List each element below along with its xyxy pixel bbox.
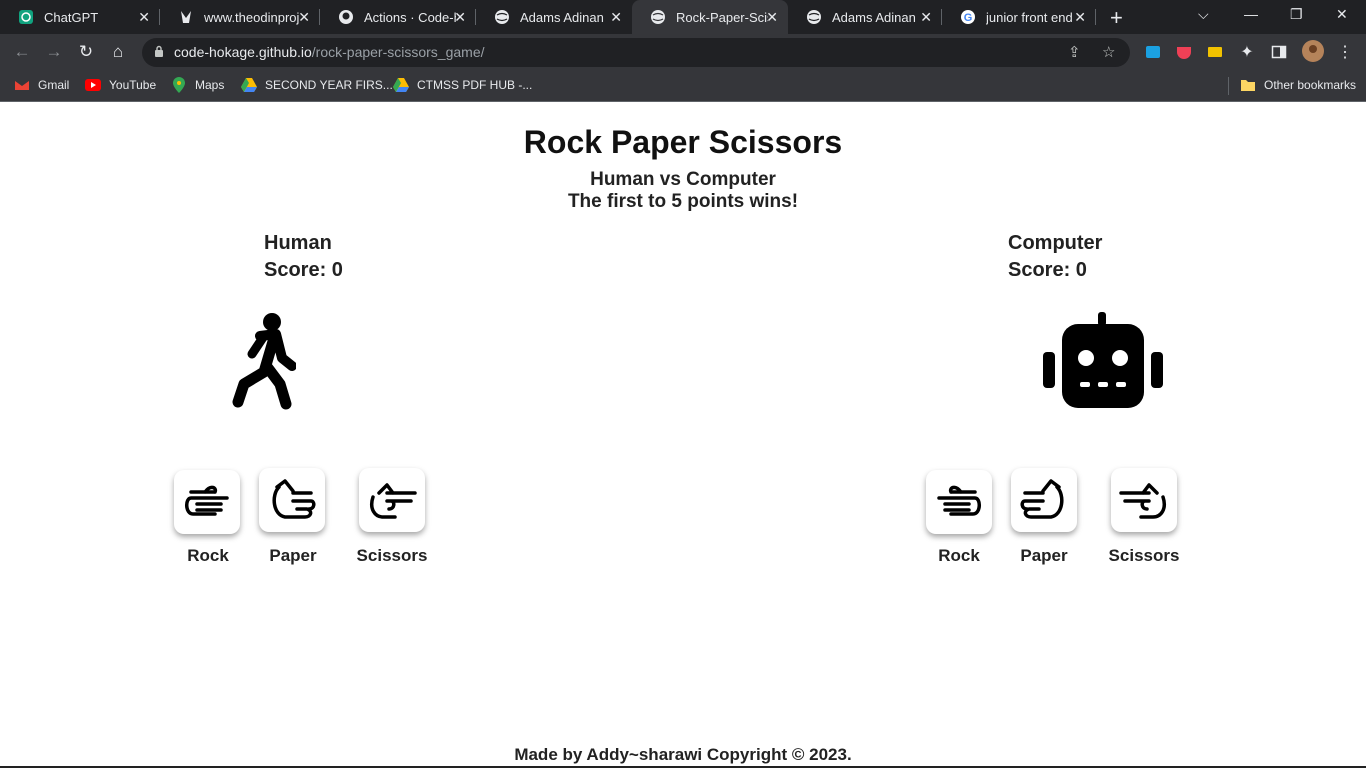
globe-icon <box>650 9 666 25</box>
tab-chatgpt[interactable]: ChatGPT ✕ <box>0 0 160 34</box>
bookmark-star-icon[interactable]: ☆ <box>1102 43 1115 61</box>
restore-button[interactable]: ❐ <box>1290 6 1303 23</box>
scissors-hand-icon <box>370 483 417 519</box>
reload-icon[interactable]: ↻ <box>76 42 96 62</box>
url-text: code-hokage.github.io/rock-paper-scissor… <box>174 44 485 60</box>
home-icon[interactable]: ⌂ <box>108 42 128 62</box>
tab-odin[interactable]: www.theodinproj ✕ <box>160 0 320 34</box>
globe-icon <box>806 9 822 25</box>
footer-credit: Made by Addy~sharawi Copyright © 2023. <box>514 745 852 764</box>
forward-icon[interactable]: → <box>44 42 64 62</box>
tab-rock-paper-scissors[interactable]: Rock-Paper-Sciss ✕ <box>632 0 788 34</box>
rock-hand-icon <box>937 485 981 516</box>
human-score: Score: 0 <box>264 259 343 281</box>
browser-toolbar: ← → ↻ ⌂ code-hokage.github.io/rock-paper… <box>0 34 1366 71</box>
walking-person-icon <box>230 310 297 415</box>
close-tab-icon[interactable]: ✕ <box>766 9 778 26</box>
scissors-hand-icon <box>1119 483 1166 519</box>
bookmark-ctmss[interactable]: CTMSS PDF HUB -... <box>393 77 532 93</box>
menu-icon[interactable]: ⋮ <box>1336 43 1354 61</box>
address-bar[interactable]: code-hokage.github.io/rock-paper-scissor… <box>142 38 1130 67</box>
computer-scissors-label: Scissors <box>1108 546 1180 565</box>
github-icon <box>338 9 354 25</box>
odin-icon <box>178 9 194 25</box>
computer-paper-label: Paper <box>1020 546 1068 565</box>
close-tab-icon[interactable]: ✕ <box>454 9 466 26</box>
bookmark-youtube[interactable]: YouTube <box>85 77 156 93</box>
tab-google-search[interactable]: G junior front end d ✕ <box>942 0 1096 34</box>
bookmarks-bar: Gmail YouTube Maps SECOND YEAR FIRS... C… <box>0 71 1366 102</box>
computer-scissors-button[interactable] <box>1111 468 1177 532</box>
close-tab-icon[interactable]: ✕ <box>1074 9 1086 26</box>
computer-rock-label: Rock <box>938 546 980 565</box>
new-tab-button[interactable]: + <box>1110 5 1123 31</box>
share-icon[interactable]: ⇪ <box>1068 43 1081 61</box>
tab-search-icon[interactable]: ⌵ <box>1198 6 1209 23</box>
human-paper-button[interactable] <box>259 468 325 532</box>
game-rules: The first to 5 points wins! <box>567 191 799 212</box>
bookmark-gmail[interactable]: Gmail <box>14 77 69 93</box>
other-bookmarks-folder[interactable]: Other bookmarks <box>1240 77 1356 93</box>
close-tab-icon[interactable]: ✕ <box>610 9 622 26</box>
tab-github-actions[interactable]: Actions · Code-h ✕ <box>320 0 476 34</box>
extension-icon-3[interactable] <box>1206 43 1224 61</box>
extension-icon-1[interactable] <box>1144 43 1162 61</box>
pocket-icon[interactable] <box>1175 43 1193 61</box>
human-scissors-label: Scissors <box>356 546 428 565</box>
drive-icon <box>241 77 257 93</box>
minimize-button[interactable]: — <box>1244 6 1258 22</box>
paper-hand-icon <box>1020 479 1064 519</box>
google-icon: G <box>960 9 976 25</box>
lock-icon <box>154 45 164 63</box>
youtube-icon <box>85 77 101 93</box>
profile-avatar[interactable] <box>1302 40 1324 62</box>
human-rock-button[interactable] <box>174 470 240 534</box>
maps-icon <box>171 77 187 93</box>
page-title: Rock Paper Scissors <box>523 124 843 160</box>
gmail-icon <box>14 77 30 93</box>
globe-icon <box>494 9 510 25</box>
robot-icon <box>1042 312 1164 415</box>
computer-rock-button[interactable] <box>926 470 992 534</box>
tab-adams-adinan-2[interactable]: Adams Adinan ✕ <box>788 0 942 34</box>
computer-paper-button[interactable] <box>1011 468 1077 532</box>
human-scissors-button[interactable] <box>359 468 425 532</box>
drive-icon <box>393 77 409 93</box>
back-icon[interactable]: ← <box>12 42 32 62</box>
page-subtitle: Human vs Computer <box>590 169 776 190</box>
chatgpt-icon <box>18 9 34 25</box>
human-rock-label: Rock <box>187 546 229 565</box>
paper-hand-icon <box>272 479 316 519</box>
browser-tab-bar: ChatGPT ✕ www.theodinproj ✕ Actions · Co… <box>0 0 1366 34</box>
bookmark-maps[interactable]: Maps <box>171 77 224 93</box>
close-tab-icon[interactable]: ✕ <box>920 9 932 26</box>
computer-score: Score: 0 <box>1008 259 1087 281</box>
folder-icon <box>1240 77 1256 93</box>
close-tab-icon[interactable]: ✕ <box>298 9 310 26</box>
bookmark-second-year[interactable]: SECOND YEAR FIRS... <box>241 77 393 93</box>
human-label: Human <box>264 232 332 254</box>
close-window-button[interactable]: ✕ <box>1336 6 1348 23</box>
svg-text:G: G <box>964 12 973 24</box>
close-tab-icon[interactable]: ✕ <box>138 9 150 26</box>
extensions-puzzle-icon[interactable]: ✦ <box>1238 43 1256 61</box>
rock-hand-icon <box>185 485 229 516</box>
side-panel-icon[interactable] <box>1270 43 1288 61</box>
tab-adams-adinan-1[interactable]: Adams Adinan ✕ <box>476 0 632 34</box>
game-page: Rock Paper Scissors Human vs Computer Th… <box>0 102 1366 768</box>
computer-label: Computer <box>1008 232 1103 254</box>
human-paper-label: Paper <box>269 546 317 565</box>
